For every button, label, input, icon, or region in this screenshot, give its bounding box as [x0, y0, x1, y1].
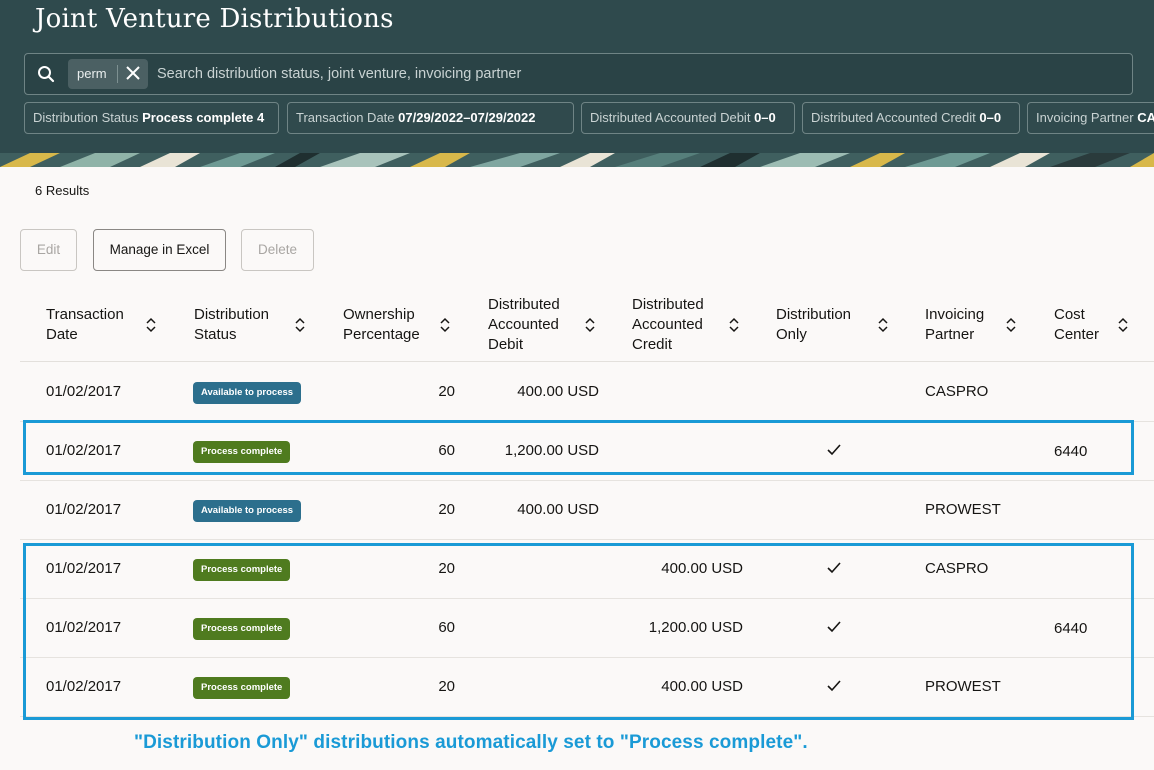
- search-input[interactable]: [157, 60, 1117, 88]
- filter-label: Distributed Accounted Debit: [590, 110, 751, 125]
- column-header-label: Date: [46, 326, 78, 343]
- column-header-label: Ownership: [343, 306, 415, 323]
- column-header-label: Percentage: [343, 326, 420, 343]
- column-header-ownership-percentage[interactable]: Ownership Percentage: [343, 290, 468, 362]
- cell-invoicing-partner: CASPRO: [925, 383, 989, 400]
- annotation-caption: "Distribution Only" distributions automa…: [134, 732, 808, 753]
- sort-icon[interactable]: [878, 317, 888, 333]
- cell-invoicing-partner: PROWEST: [925, 501, 1001, 518]
- column-header-label: Distribution: [194, 306, 270, 323]
- decorative-banner: [0, 153, 1154, 167]
- cell-transaction-date: 01/02/2017: [46, 383, 122, 400]
- cell-ownership-percentage: 20: [438, 501, 455, 518]
- results-count: 6 Results: [35, 183, 90, 198]
- filter-value: 0–0: [979, 110, 1002, 125]
- column-header-label: Debit: [488, 336, 524, 353]
- delete-button[interactable]: Delete: [241, 229, 314, 271]
- column-header-label: Accounted: [632, 316, 703, 333]
- filter-value: 0–0: [754, 110, 776, 125]
- edit-button[interactable]: Edit: [20, 229, 77, 271]
- filter-label: Distribution Status: [33, 110, 139, 125]
- column-header-distributed-accounted-credit[interactable]: Distributed Accounted Credit: [632, 290, 757, 362]
- highlight-box: [23, 543, 1134, 720]
- filter-count: 4: [257, 110, 265, 125]
- search-keyword-label: perm: [77, 66, 107, 81]
- column-header-label: Transaction: [46, 306, 124, 323]
- filter-chip-debit[interactable]: Distributed Accounted Debit 0–0: [581, 102, 795, 134]
- filter-chip-transaction-date[interactable]: Transaction Date 07/29/2022–07/29/2022: [287, 102, 574, 134]
- column-header-label: Center: [1054, 326, 1100, 343]
- column-header-distribution-only[interactable]: Distribution Only: [776, 290, 901, 362]
- column-header-label: Partner: [925, 326, 975, 343]
- manage-in-excel-button[interactable]: Manage in Excel: [93, 229, 226, 271]
- filter-value: 07/29/2022–07/29/2022: [398, 110, 536, 125]
- filter-chip-distribution-status[interactable]: Distribution Status Process complete 4: [24, 102, 279, 134]
- column-header-cost-center[interactable]: Cost Center: [1054, 290, 1149, 362]
- table-row[interactable]: 01/02/2017 Available to process 20 400.0…: [20, 481, 1154, 540]
- column-header-transaction-date[interactable]: Transaction Date: [46, 290, 171, 362]
- filter-chip-invoicing-partner[interactable]: Invoicing Partner CA: [1027, 102, 1154, 134]
- filter-value: CA: [1137, 110, 1154, 125]
- highlight-box: [23, 420, 1134, 475]
- sort-icon[interactable]: [440, 317, 450, 333]
- cell-debit: 400.00 USD: [517, 383, 599, 400]
- cell-credit: [604, 481, 743, 539]
- table-row[interactable]: 01/02/2017 Available to process 20 400.0…: [20, 363, 1154, 422]
- cell-debit: 400.00 USD: [517, 501, 599, 518]
- search-keyword-chip: perm: [68, 59, 148, 89]
- sort-icon[interactable]: [146, 317, 156, 333]
- close-icon[interactable]: [124, 64, 142, 82]
- column-header-label: Accounted: [488, 316, 559, 333]
- sort-icon[interactable]: [1118, 317, 1128, 333]
- filter-label: Invoicing Partner: [1036, 110, 1134, 125]
- page-title: Joint Venture Distributions: [35, 4, 394, 34]
- filter-label: Distributed Accounted Credit: [811, 110, 976, 125]
- filter-label: Transaction Date: [296, 110, 395, 125]
- filter-value: Process complete: [142, 110, 254, 125]
- cell-credit: [604, 363, 743, 421]
- column-header-label: Invoicing: [925, 306, 985, 323]
- chip-divider: [117, 65, 118, 83]
- cell-transaction-date: 01/02/2017: [46, 501, 122, 518]
- column-header-label: Distribution: [776, 306, 852, 323]
- column-header-label: Distributed: [632, 296, 704, 313]
- search-bar[interactable]: perm: [24, 53, 1133, 95]
- column-header-distribution-status[interactable]: Distribution Status: [194, 290, 319, 362]
- column-header-label: Status: [194, 326, 237, 343]
- header-divider: [20, 361, 1154, 362]
- sort-icon[interactable]: [1006, 317, 1016, 333]
- column-header-label: Distributed: [488, 296, 560, 313]
- column-header-label: Cost: [1054, 306, 1085, 323]
- page-header: Joint Venture Distributions perm Distrib…: [0, 0, 1154, 167]
- column-header-distributed-accounted-debit[interactable]: Distributed Accounted Debit: [488, 290, 613, 362]
- column-header-invoicing-partner[interactable]: Invoicing Partner: [925, 290, 1035, 362]
- status-badge: Available to process: [193, 382, 302, 404]
- status-badge: Available to process: [193, 500, 302, 522]
- sort-icon[interactable]: [295, 317, 305, 333]
- filter-chip-credit[interactable]: Distributed Accounted Credit 0–0: [802, 102, 1020, 134]
- column-header-label: Credit: [632, 336, 673, 353]
- column-header-label: Only: [776, 326, 807, 343]
- search-icon: [38, 66, 55, 83]
- sort-icon[interactable]: [585, 317, 595, 333]
- sort-icon[interactable]: [729, 317, 739, 333]
- cell-ownership-percentage: 20: [438, 383, 455, 400]
